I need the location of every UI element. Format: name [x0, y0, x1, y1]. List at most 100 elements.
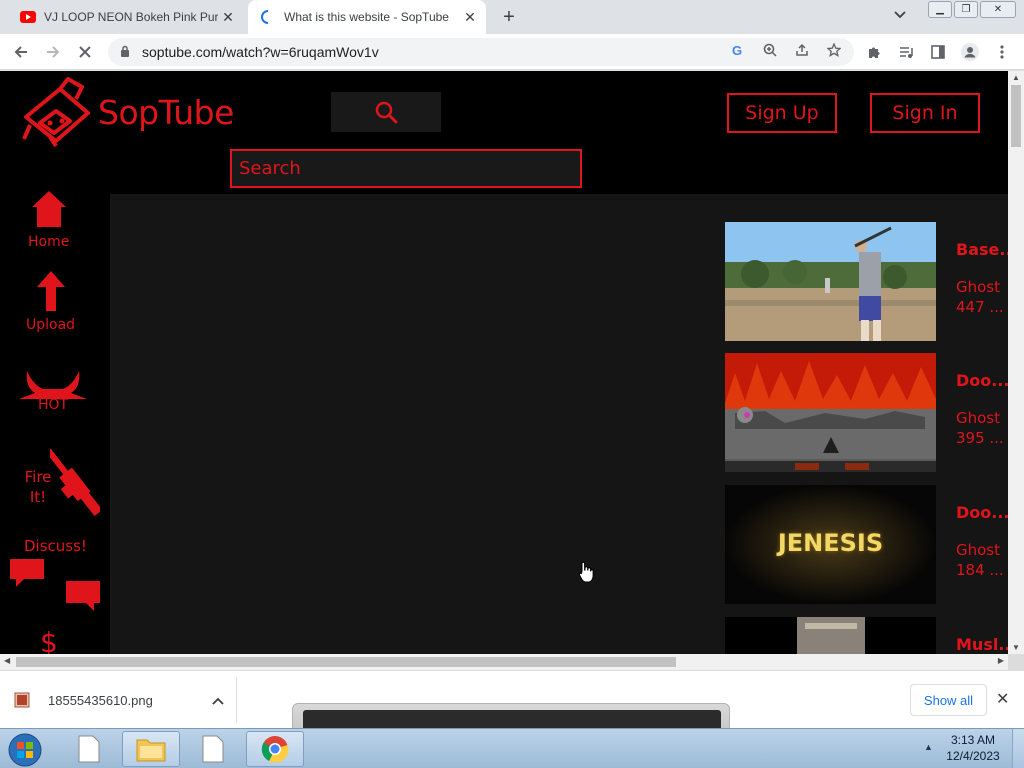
recommended-video[interactable]: Doo... Ghost 395 ...: [725, 353, 1008, 473]
show-desktop-button[interactable]: [1012, 729, 1024, 768]
scroll-down-arrow-icon[interactable]: ▼: [1012, 643, 1020, 652]
stop-loading-icon[interactable]: [73, 40, 97, 64]
sidebar-item-discuss[interactable]: Discuss!: [10, 537, 102, 615]
download-item[interactable]: 18555435610.png: [14, 683, 236, 717]
new-tab-button[interactable]: +: [496, 5, 522, 29]
chrome-icon: [261, 736, 289, 763]
recommended-video-title[interactable]: Doo...: [956, 503, 1008, 522]
youtube-icon: [20, 9, 36, 25]
loading-spinner-icon: [260, 9, 276, 25]
recommended-video[interactable]: Base... Ghost 447 ...: [725, 222, 1008, 342]
system-clock[interactable]: 3:13 AM 12/4/2023: [938, 732, 1008, 764]
browser-tab-vj-loop[interactable]: VJ LOOP NEON Bokeh Pink Purpl ✕: [8, 0, 244, 34]
search-input[interactable]: [230, 149, 582, 188]
scroll-left-arrow-icon[interactable]: ◀: [4, 656, 10, 665]
scrollbar-thumb[interactable]: [1011, 85, 1021, 147]
google-translate-icon[interactable]: G: [727, 39, 749, 61]
video-thumbnail-jenesis[interactable]: JENESIS: [725, 485, 936, 604]
search-button[interactable]: [331, 92, 441, 132]
tab-search-chevron-icon[interactable]: [894, 8, 906, 22]
forward-arrow-icon[interactable]: [41, 40, 65, 64]
browser-tab-soptube[interactable]: What is this website - SopTube ✕: [248, 0, 486, 34]
recommended-video-title[interactable]: Base...: [956, 240, 1008, 259]
taskbar-chrome[interactable]: [246, 731, 304, 767]
video-thumbnail-doom[interactable]: [725, 353, 936, 472]
recommended-video-channel[interactable]: Ghost: [956, 278, 1000, 296]
soptube-logo-icon: [22, 77, 90, 147]
download-file-name: 18555435610.png: [48, 692, 153, 708]
recommended-video[interactable]: Musl...: [725, 617, 1008, 654]
search-icon: [375, 101, 398, 124]
image-file-icon: [14, 692, 30, 708]
sidebar-item-hot[interactable]: HOT: [19, 371, 87, 413]
tab-title: VJ LOOP NEON Bokeh Pink Purpl: [44, 10, 218, 24]
video-thumbnail-music[interactable]: [725, 617, 936, 654]
windows-logo-icon: [8, 733, 42, 767]
side-panel-icon[interactable]: [926, 40, 950, 64]
chevron-up-icon[interactable]: [212, 693, 224, 708]
download-shelf: 18555435610.png Show all ✕: [0, 670, 1024, 732]
recommended-video-channel[interactable]: Ghost: [956, 409, 1000, 427]
home-icon: [31, 191, 66, 227]
recommended-video-channel[interactable]: Ghost: [956, 541, 1000, 559]
share-icon[interactable]: [791, 39, 813, 61]
thumbnail-text: JENESIS: [777, 529, 884, 557]
scrollbar-corner: [1008, 654, 1024, 670]
folder-icon: [136, 739, 166, 762]
sidebar-item-label: Upload: [26, 317, 76, 333]
taskbar-blank-document[interactable]: [60, 731, 118, 767]
scroll-up-arrow-icon[interactable]: ▲: [1012, 73, 1020, 82]
document-icon: [78, 735, 100, 763]
taskbar-file-explorer[interactable]: [122, 731, 180, 767]
horizontal-scrollbar[interactable]: ◀ ▶: [0, 654, 1008, 670]
profile-avatar-icon[interactable]: [958, 40, 982, 64]
sidebar-item-home[interactable]: Home: [28, 191, 69, 250]
windows-taskbar: ▲ 3:13 AM 12/4/2023: [0, 728, 1024, 768]
scrollbar-thumb[interactable]: [16, 657, 676, 667]
taskbar-blank-document[interactable]: [184, 731, 242, 767]
vertical-scrollbar[interactable]: ▲ ▼: [1008, 71, 1024, 654]
recommended-video-views: 184 ...: [956, 561, 1004, 579]
logo-text: SopTube: [98, 92, 234, 132]
sidebar-item-money[interactable]: $: [40, 629, 58, 655]
browser-toolbar: soptube.com/watch?w=6ruqamWov1v G: [0, 34, 1024, 70]
minimize-window-button[interactable]: ▁: [928, 1, 952, 18]
scroll-right-arrow-icon[interactable]: ▶: [998, 656, 1004, 665]
recommended-video-title[interactable]: Doo...: [956, 371, 1008, 390]
sign-in-button[interactable]: Sign In: [870, 93, 980, 133]
url-text: soptube.com/watch?w=6ruqamWov1v: [142, 44, 379, 60]
start-button[interactable]: [4, 731, 46, 768]
soptube-logo[interactable]: SopTube: [20, 77, 234, 147]
close-window-button[interactable]: ✕: [980, 1, 1016, 18]
sidebar-item-fire-it[interactable]: Fire It!: [16, 445, 100, 525]
extensions-puzzle-icon[interactable]: [862, 40, 886, 64]
video-thumbnail-baseball[interactable]: [725, 222, 936, 341]
tab-title: What is this website - SopTube: [284, 10, 449, 24]
browser-menu-icon[interactable]: [990, 40, 1014, 64]
zoom-icon[interactable]: [759, 39, 781, 61]
close-tab-icon[interactable]: ✕: [218, 7, 238, 27]
mac-dock-image: [292, 703, 730, 732]
recommended-video[interactable]: JENESIS Doo... Ghost 184 ...: [725, 485, 1008, 605]
lock-icon[interactable]: [120, 45, 132, 60]
hand-cursor-icon: [578, 561, 594, 583]
close-download-shelf-icon[interactable]: ✕: [996, 689, 1009, 709]
sidebar-item-upload[interactable]: Upload: [26, 271, 75, 333]
bookmark-star-icon[interactable]: [823, 39, 845, 61]
media-control-icon[interactable]: [894, 40, 918, 64]
browser-tab-strip: VJ LOOP NEON Bokeh Pink Purpl ✕ What is …: [0, 0, 1024, 34]
sign-up-button[interactable]: Sign Up: [727, 93, 837, 133]
close-tab-icon[interactable]: ✕: [460, 7, 480, 27]
sidebar-item-label: Home: [28, 234, 70, 250]
chat-bubbles-icon: [10, 559, 100, 611]
show-hidden-icons-icon[interactable]: ▲: [924, 742, 933, 752]
restore-window-button[interactable]: ❐: [954, 1, 978, 18]
sidebar-nav: Home Upload HOT Fire It! Discuss! $: [0, 191, 110, 654]
divider: [236, 677, 237, 723]
back-arrow-icon[interactable]: [9, 40, 33, 64]
page-viewport: SopTube Sign Up Sign In Home: [0, 71, 1008, 654]
recommended-video-title[interactable]: Musl...: [956, 635, 1008, 654]
upload-arrow-icon: [36, 271, 65, 311]
sidebar-item-label: Discuss!: [24, 537, 87, 555]
show-all-downloads-button[interactable]: Show all: [910, 684, 987, 716]
